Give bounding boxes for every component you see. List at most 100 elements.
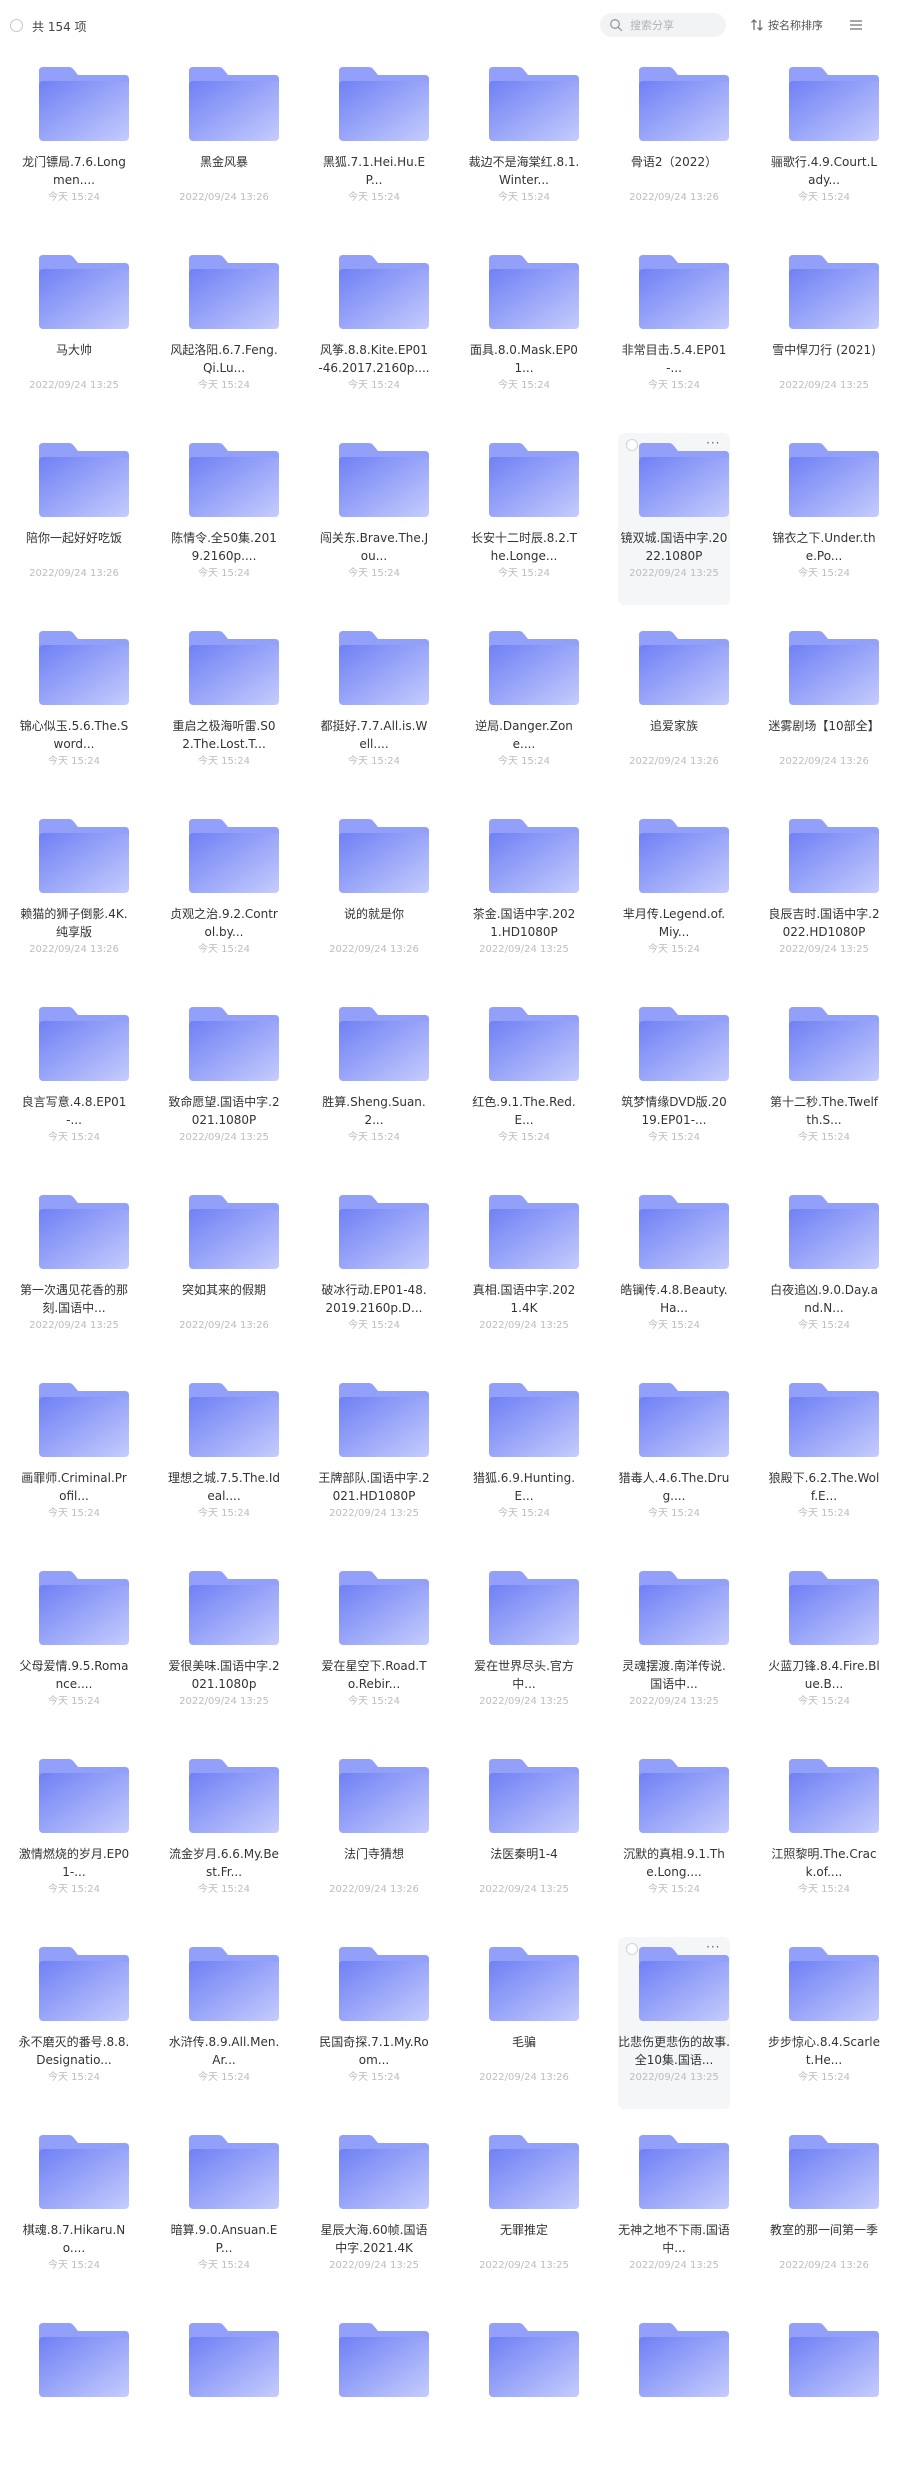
folder-item[interactable]: 裁边不是海棠红.8.1.Winter... 今天 15:24 [468,57,580,229]
folder-item[interactable]: 爱在星空下.Road.To.Rebir... 今天 15:24 [318,1561,430,1733]
folder-item[interactable]: 陈情令.全50集.2019.2160p.... 今天 15:24 [168,433,280,605]
folder-item[interactable]: 法医秦明1-4 2022/09/24 13:25 [468,1749,580,1921]
folder-item[interactable]: 逆局.Danger.Zone.... 今天 15:24 [468,621,580,793]
folder-item[interactable] [168,2313,280,2485]
folder-item[interactable]: 步步惊心.8.4.Scarlet.He... 今天 15:24 [768,1937,880,2109]
folder-item[interactable]: 非常目击.5.4.EP01-... 今天 15:24 [618,245,730,417]
folder-item[interactable]: 迷雾剧场【10部全】 2022/09/24 13:26 [768,621,880,793]
folder-item[interactable] [618,2313,730,2485]
folder-item[interactable]: 茶金.国语中字.2021.HD1080P 2022/09/24 13:25 [468,809,580,981]
folder-item[interactable]: 理想之城.7.5.The.Ideal.... 今天 15:24 [168,1373,280,1545]
folder-item[interactable]: 面具.8.0.Mask.EP01... 今天 15:24 [468,245,580,417]
folder-name: 都挺好.7.7.All.is.Well.... [320,719,428,751]
more-options-icon[interactable]: ··· [706,437,720,449]
folder-item[interactable]: 皓镧传.4.8.Beauty.Ha... 今天 15:24 [618,1185,730,1357]
folder-name: 裁边不是海棠红.8.1.Winter... [468,155,580,187]
folder-item[interactable]: 白夜追凶.9.0.Day.and.N... 今天 15:24 [768,1185,880,1357]
folder-item[interactable]: 真相.国语中字.2021.4K 2022/09/24 13:25 [468,1185,580,1357]
folder-item[interactable]: 法门寺猜想 2022/09/24 13:26 [318,1749,430,1921]
folder-item[interactable]: 爱很美味.国语中字.2021.1080p 2022/09/24 13:25 [168,1561,280,1733]
list-menu-icon[interactable] [848,17,864,33]
folder-item[interactable]: ··· 比悲伤更悲伤的故事.全10集.国语... 2022/09/24 13:25 [618,1937,730,2109]
folder-item[interactable]: 风筝.8.8.Kite.EP01-46.2017.2160p.... 今天 15:… [318,245,430,417]
folder-item[interactable]: 风起洛阳.6.7.Feng.Qi.Lu... 今天 15:24 [168,245,280,417]
folder-item[interactable]: 都挺好.7.7.All.is.Well.... 今天 15:24 [318,621,430,793]
folder-modified-time: 今天 15:24 [648,1884,700,1895]
folder-modified-time: 2022/09/24 13:26 [779,756,869,767]
folder-item[interactable]: 锦衣之下.Under.the.Po... 今天 15:24 [768,433,880,605]
folder-name: 龙门镖局.7.6.Longmen.... [22,155,126,187]
folder-icon [785,441,883,521]
folder-item[interactable]: 画罪师.Criminal.Profil... 今天 15:24 [18,1373,130,1545]
folder-item[interactable]: 追爱家族 2022/09/24 13:26 [618,621,730,793]
folder-item[interactable]: 雪中悍刀行 (2021) 2022/09/24 13:25 [768,245,880,417]
folder-item[interactable]: 筑梦情缘DVD版.2019.EP01-... 今天 15:24 [618,997,730,1169]
folder-item[interactable]: 水浒传.8.9.All.Men.Ar... 今天 15:24 [168,1937,280,2109]
folder-item[interactable]: 黑狐.7.1.Hei.Hu.EP... 今天 15:24 [318,57,430,229]
folder-item[interactable]: 父母爱情.9.5.Romance.... 今天 15:24 [18,1561,130,1733]
folder-item[interactable]: 民国奇探.7.1.My.Room... 今天 15:24 [318,1937,430,2109]
search-box[interactable] [600,13,726,37]
folder-icon [335,65,433,145]
folder-item[interactable]: 骊歌行.4.9.Court.Lady... 今天 15:24 [768,57,880,229]
folder-item[interactable]: ··· 镜双城.国语中字.2022.1080P 2022/09/24 13:25 [618,433,730,605]
folder-item[interactable]: 骨语2（2022） 2022/09/24 13:26 [618,57,730,229]
folder-item[interactable]: 龙门镖局.7.6.Longmen.... 今天 15:24 [18,57,130,229]
folder-item[interactable]: 王牌部队.国语中字.2021.HD1080P 2022/09/24 13:25 [318,1373,430,1545]
folder-item[interactable]: 流金岁月.6.6.My.Best.Fr... 今天 15:24 [168,1749,280,1921]
folder-item[interactable]: 江照黎明.The.Crack.of.... 今天 15:24 [768,1749,880,1921]
folder-modified-time: 今天 15:24 [198,568,250,579]
folder-icon [785,2133,883,2213]
folder-item[interactable]: 红色.9.1.The.Red.E... 今天 15:24 [468,997,580,1169]
folder-item[interactable]: 陪你一起好好吃饭 2022/09/24 13:26 [18,433,130,605]
folder-icon [185,817,283,897]
folder-item[interactable]: 无罪推定 2022/09/24 13:25 [468,2125,580,2297]
folder-item[interactable]: 沉默的真相.9.1.The.Long.... 今天 15:24 [618,1749,730,1921]
folder-item[interactable]: 赖猫的狮子倒影.4K.纯享版 2022/09/24 13:26 [18,809,130,981]
folder-item[interactable]: 棋魂.8.7.Hikaru.No.... 今天 15:24 [18,2125,130,2297]
folder-item[interactable]: 猎毒人.4.6.The.Drug.... 今天 15:24 [618,1373,730,1545]
folder-item[interactable]: 毛骗 2022/09/24 13:26 [468,1937,580,2109]
folder-item[interactable]: 闯关东.Brave.The.Jou... 今天 15:24 [318,433,430,605]
folder-item[interactable]: 锦心似玉.5.6.The.Sword... 今天 15:24 [18,621,130,793]
folder-item[interactable] [468,2313,580,2485]
folder-item[interactable]: 无神之地不下雨.国语中... 2022/09/24 13:25 [618,2125,730,2297]
folder-item[interactable]: 长安十二时辰.8.2.The.Longe... 今天 15:24 [468,433,580,605]
folder-item[interactable]: 黑金风暴 2022/09/24 13:26 [168,57,280,229]
folder-item[interactable]: 火蓝刀锋.8.4.Fire.Blue.B... 今天 15:24 [768,1561,880,1733]
folder-item[interactable]: 致命愿望.国语中字.2021.1080P 2022/09/24 13:25 [168,997,280,1169]
select-all-checkbox[interactable] [10,19,23,32]
folder-item[interactable]: 突如其来的假期 2022/09/24 13:26 [168,1185,280,1357]
folder-item[interactable]: 星辰大海.60帧.国语中字.2021.4K 2022/09/24 13:25 [318,2125,430,2297]
item-select-checkbox[interactable] [626,439,638,451]
folder-item[interactable]: 良言写意.4.8.EP01-... 今天 15:24 [18,997,130,1169]
folder-item[interactable]: 马大帅 2022/09/24 13:25 [18,245,130,417]
folder-item[interactable]: 教室的那一间第一季 2022/09/24 13:26 [768,2125,880,2297]
folder-icon [635,629,733,709]
folder-item[interactable]: 第一次遇见花香的那刻.国语中... 2022/09/24 13:25 [18,1185,130,1357]
folder-item[interactable]: 说的就是你 2022/09/24 13:26 [318,809,430,981]
folder-item[interactable] [18,2313,130,2485]
folder-item[interactable]: 良辰吉时.国语中字.2022.HD1080P 2022/09/24 13:25 [768,809,880,981]
folder-item[interactable]: 永不磨灭的番号.8.8.Designatio... 今天 15:24 [18,1937,130,2109]
folder-item[interactable]: 狼殿下.6.2.The.Wolf.E... 今天 15:24 [768,1373,880,1545]
folder-item[interactable]: 芈月传.Legend.of.Miy... 今天 15:24 [618,809,730,981]
item-select-checkbox[interactable] [626,1943,638,1955]
folder-item[interactable] [318,2313,430,2485]
folder-item[interactable]: 灵魂摆渡.南洋传说.国语中... 2022/09/24 13:25 [618,1561,730,1733]
more-options-icon[interactable]: ··· [706,1941,720,1953]
folder-item[interactable]: 爱在世界尽头.官方中... 2022/09/24 13:25 [468,1561,580,1733]
search-input[interactable] [628,17,722,33]
folder-icon [185,1757,283,1837]
folder-item[interactable]: 猎狐.6.9.Hunting.E... 今天 15:24 [468,1373,580,1545]
folder-item[interactable]: 激情燃烧的岁月.EP01-... 今天 15:24 [18,1749,130,1921]
folder-item[interactable]: 贞观之治.9.2.Control.by... 今天 15:24 [168,809,280,981]
folder-item[interactable]: 破冰行动.EP01-48.2019.2160p.D... 今天 15:24 [318,1185,430,1357]
folder-modified-time: 今天 15:24 [348,380,400,391]
folder-item[interactable]: 重启之极海听雷.S02.The.Lost.T... 今天 15:24 [168,621,280,793]
folder-item[interactable]: 胜算.Sheng.Suan.2... 今天 15:24 [318,997,430,1169]
sort-button[interactable]: 按名称排序 [750,15,823,35]
folder-item[interactable]: 暗算.9.0.Ansuan.EP... 今天 15:24 [168,2125,280,2297]
folder-item[interactable]: 第十二秒.The.Twelfth.S... 今天 15:24 [768,997,880,1169]
folder-item[interactable] [768,2313,880,2485]
